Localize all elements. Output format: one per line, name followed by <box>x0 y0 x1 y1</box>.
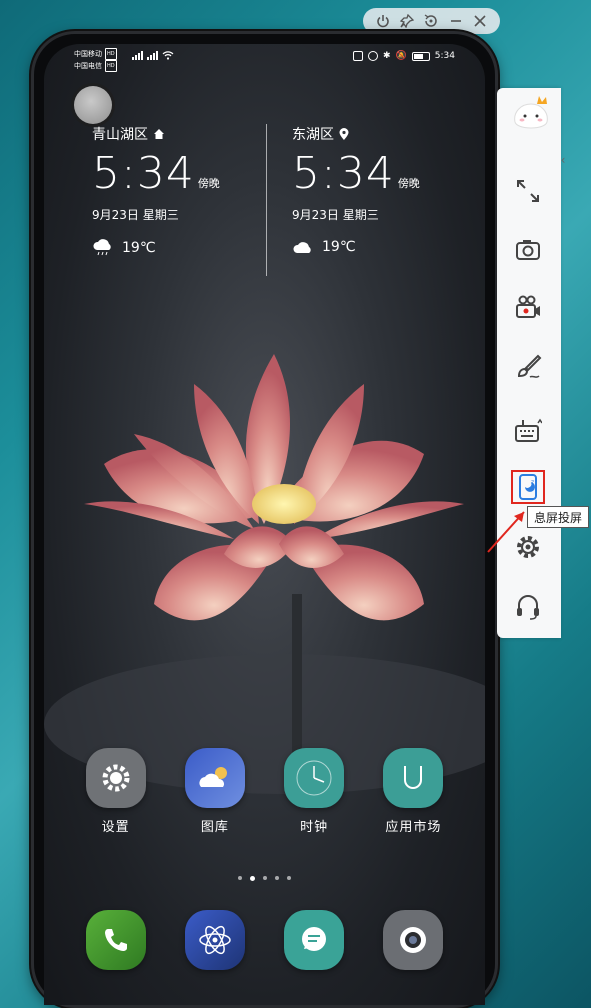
city-name: 东湖区 <box>292 127 334 143</box>
dock <box>44 910 485 970</box>
alarm-icon <box>368 51 379 61</box>
page-dot[interactable] <box>287 876 291 880</box>
app-clock[interactable]: 时钟 <box>274 748 354 835</box>
page-dot-active[interactable] <box>250 876 255 881</box>
rotate-icon[interactable] <box>421 11 441 31</box>
paint-brush-icon <box>517 354 542 378</box>
tooltip: 息屏投屏 <box>527 506 589 528</box>
status-bar: 中国移动 HD 中国电信 HD ✱ 🔕 5:34 <box>44 44 485 74</box>
clock-date: 9月23日 星期三 <box>92 208 179 222</box>
bluetooth-icon: ✱ <box>383 51 391 61</box>
screen-off-mirror-icon: z <box>519 474 537 500</box>
settings-icon[interactable] <box>85 748 146 808</box>
dock-phone[interactable] <box>76 910 156 970</box>
hd-badge: HD <box>105 48 117 60</box>
dock-browser[interactable] <box>175 910 255 970</box>
clock-time: 5:34 <box>292 148 395 199</box>
dock-camera[interactable] <box>373 910 453 970</box>
status-right: ✱ 🔕 5:34 <box>353 51 455 61</box>
screen-off-mirror-button[interactable]: z <box>511 470 545 504</box>
brush-button[interactable] <box>511 350 545 384</box>
rain-cloud-icon <box>93 239 111 256</box>
fullscreen-icon <box>517 180 539 202</box>
floating-ball[interactable] <box>74 86 112 124</box>
app-gallery[interactable]: 图库 <box>175 748 255 835</box>
app-label: 设置 <box>101 820 130 835</box>
clock-date: 9月23日 星期三 <box>292 208 379 222</box>
carrier-2: 中国电信 <box>74 62 102 70</box>
clock-period: 傍晚 <box>197 177 220 190</box>
temperature: 19℃ <box>122 240 156 256</box>
camera-icon[interactable] <box>383 910 444 970</box>
close-icon[interactable] <box>470 11 490 31</box>
page-indicator <box>44 876 485 881</box>
gallery-icon[interactable] <box>184 748 245 808</box>
minimize-icon[interactable] <box>446 11 466 31</box>
app-label: 应用市场 <box>385 820 442 835</box>
svg-text:z: z <box>531 479 534 486</box>
support-button[interactable] <box>511 590 545 624</box>
app-market[interactable]: 应用市场 <box>373 748 453 835</box>
mute-icon: 🔕 <box>395 51 407 61</box>
phone-frame: 中国移动 HD 中国电信 HD ✱ 🔕 5:34 青山湖区 5:34 傍晚 9月… <box>31 31 498 1008</box>
keyboard-button[interactable] <box>511 414 545 448</box>
phone-screen[interactable]: 中国移动 HD 中国电信 HD ✱ 🔕 5:34 青山湖区 5:34 傍晚 9月… <box>44 44 485 1005</box>
power-icon[interactable] <box>373 11 393 31</box>
app-row: 设置 图库 时钟 应用市场 <box>44 748 485 835</box>
dock-messages[interactable] <box>274 910 354 970</box>
keyboard-icon <box>515 418 542 442</box>
clock-widget-home[interactable]: 青山湖区 5:34 傍晚 9月23日 星期三 19℃ <box>92 124 220 257</box>
signal-icon <box>147 51 158 60</box>
screenshot-camera-icon <box>516 240 540 260</box>
clock-divider <box>266 124 267 276</box>
signal-icon <box>132 51 143 60</box>
page-dot[interactable] <box>263 876 267 880</box>
cast-icon <box>353 51 364 61</box>
pin-icon[interactable] <box>397 11 417 31</box>
fullscreen-button[interactable] <box>511 174 545 208</box>
collapse-arrow-icon[interactable]: ‹ <box>557 146 569 174</box>
page-dot[interactable] <box>238 876 242 880</box>
carrier-info: 中国移动 HD 中国电信 HD <box>74 48 117 72</box>
app-label: 时钟 <box>300 820 329 835</box>
atom-icon[interactable] <box>184 910 245 970</box>
signal-icons <box>132 50 174 60</box>
carrier-1: 中国移动 <box>74 50 102 58</box>
wifi-icon <box>162 51 174 60</box>
battery-icon <box>411 51 430 61</box>
app-settings[interactable]: 设置 <box>76 748 156 835</box>
status-time: 5:34 <box>434 51 455 61</box>
phone-icon[interactable] <box>85 910 146 970</box>
clock-widget-location[interactable]: 东湖区 5:34 傍晚 9月23日 星期三 19℃ <box>292 124 420 255</box>
clock-period: 傍晚 <box>397 177 420 190</box>
city-name: 青山湖区 <box>92 127 148 143</box>
app-market-icon[interactable] <box>383 748 444 808</box>
home-icon <box>154 129 164 139</box>
lotus-wallpaper <box>44 354 485 794</box>
clock-time: 5:34 <box>92 148 195 199</box>
clock-icon[interactable] <box>284 748 345 808</box>
record-button[interactable] <box>511 290 545 324</box>
message-icon[interactable] <box>284 910 345 970</box>
video-record-icon <box>516 295 540 318</box>
cloud-icon <box>293 242 311 253</box>
screenshot-button[interactable] <box>511 232 545 266</box>
mascot-logo <box>514 96 548 129</box>
arrow-icon <box>487 511 525 553</box>
temperature: 19℃ <box>322 239 356 255</box>
headset-support-icon <box>517 595 539 620</box>
hd-badge: HD <box>105 60 117 72</box>
location-pin-icon <box>339 128 349 140</box>
app-label: 图库 <box>200 820 229 835</box>
page-dot[interactable] <box>275 876 279 880</box>
